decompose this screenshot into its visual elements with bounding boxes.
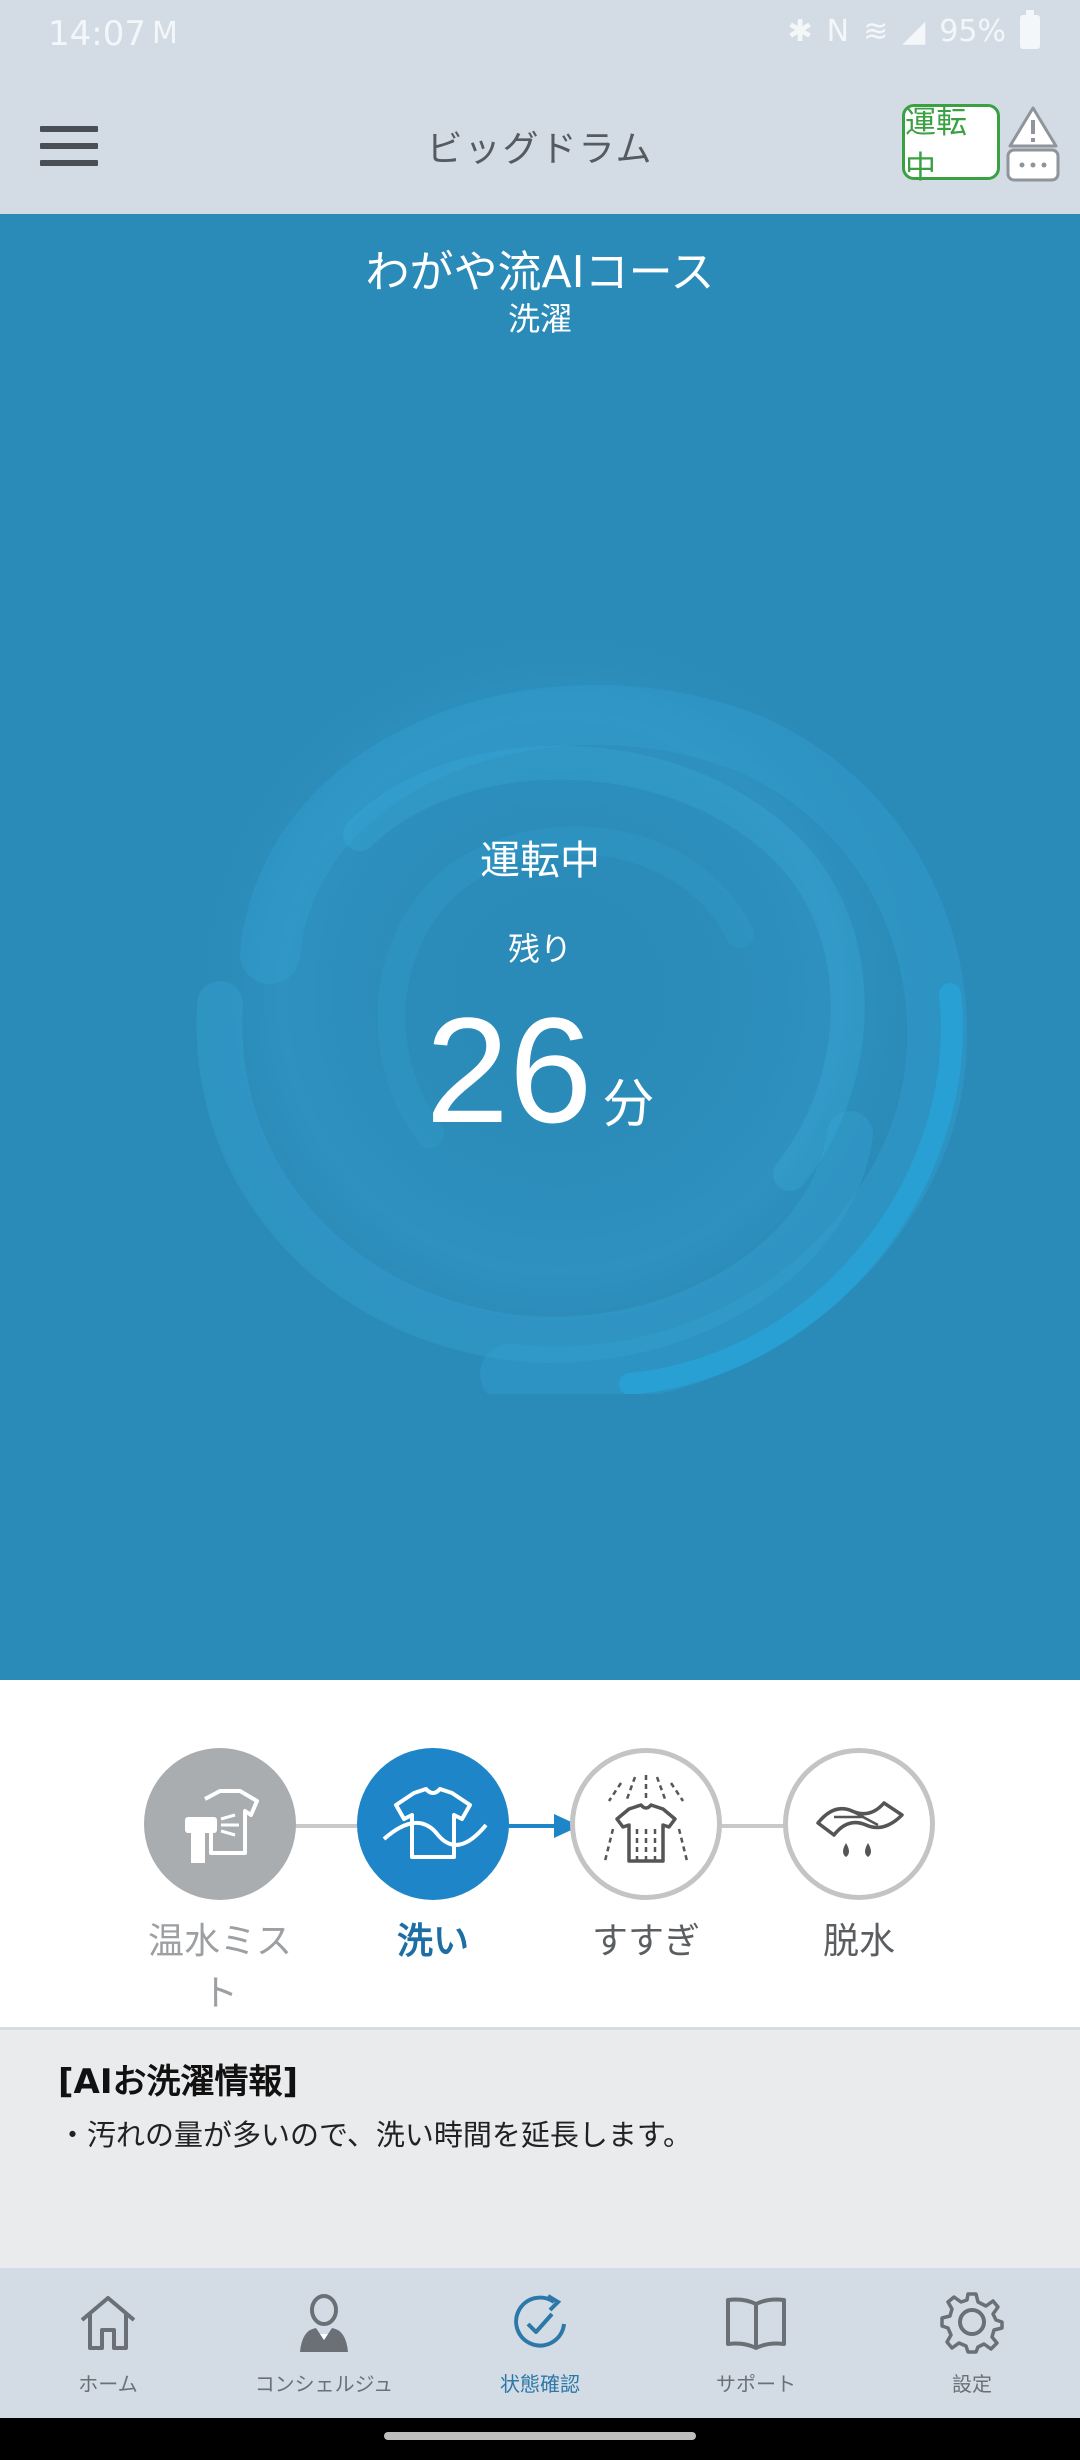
- running-status-badge[interactable]: 運転中: [902, 104, 1000, 186]
- step-label: 温水ミスト: [147, 1921, 292, 2014]
- remaining-minutes: 26: [425, 986, 593, 1154]
- nfc-icon: N: [826, 14, 850, 49]
- remaining-label: 残り: [507, 930, 572, 968]
- signal-icon: ◢: [902, 14, 926, 49]
- nav-home[interactable]: ホーム: [8, 2290, 208, 2397]
- home-icon: [80, 2296, 136, 2350]
- battery-icon: [1020, 9, 1040, 49]
- concierge-icon: [300, 2294, 348, 2352]
- ai-laundry-info: [AIお洗濯情報] ・汚れの量が多いので、洗い時間を延長します。: [0, 2030, 1080, 2268]
- status-check-icon: [514, 2294, 566, 2348]
- app-bar: ビッグドラム 運転中: [0, 74, 1080, 214]
- step-wash: 洗い: [353, 1748, 513, 1964]
- book-icon: [726, 2297, 786, 2350]
- status-time: 14:07: [48, 14, 146, 54]
- running-state: 運転中: [480, 838, 600, 884]
- step-rinse: すすぎ: [566, 1748, 726, 1964]
- status-bar: 14:07 M ✱ N ≋ ◢ 95%: [0, 0, 1080, 74]
- home-gesture-handle[interactable]: [384, 2432, 696, 2440]
- step-label: すすぎ: [591, 1921, 700, 1962]
- wash-progress-steps: 温水ミスト 洗い すすぎ 脱水: [0, 1680, 1080, 2030]
- gmail-icon: M: [152, 16, 178, 51]
- wash-shirt-icon: [357, 1748, 509, 1900]
- spin-dry-icon: [783, 1748, 935, 1900]
- battery-percent: 95%: [939, 14, 1006, 49]
- nav-settings[interactable]: 設定: [872, 2290, 1072, 2397]
- nav-label: ホーム: [78, 2372, 138, 2396]
- info-heading: [AIお洗濯情報]: [58, 2062, 299, 2102]
- warm-mist-icon: [144, 1748, 296, 1900]
- bottom-navigation: ホーム コンシェルジュ 状態確認 サポート 設定: [0, 2268, 1080, 2418]
- remaining-time: 26 分: [0, 984, 1080, 1157]
- operation-status-panel: わがや流AIコース 洗濯 運転中 残り 26 分: [0, 214, 1080, 1680]
- nav-label: 状態確認: [500, 2372, 580, 2396]
- nav-label: 設定: [952, 2372, 992, 2396]
- bluetooth-icon: ✱: [787, 14, 813, 49]
- step-label: 洗い: [396, 1921, 469, 1962]
- remaining-unit: 分: [602, 1075, 655, 1135]
- appliance-alert-icon[interactable]: [1004, 104, 1062, 186]
- info-body: ・汚れの量が多いので、洗い時間を延長します。: [58, 2118, 692, 2152]
- nav-label: コンシェルジュ: [254, 2372, 394, 2396]
- gear-icon: [940, 2292, 1004, 2354]
- gesture-bar: [0, 2418, 1080, 2460]
- wifi-icon: ≋: [863, 14, 889, 49]
- nav-label: サポート: [716, 2372, 796, 2396]
- rinse-shower-icon: [570, 1748, 722, 1900]
- step-label: 脱水: [822, 1921, 895, 1962]
- step-spin: 脱水: [779, 1748, 939, 1964]
- wash-mode: 洗濯: [507, 300, 572, 338]
- nav-concierge[interactable]: コンシェルジュ: [224, 2290, 424, 2397]
- course-name: わがや流AIコース: [365, 247, 715, 298]
- nav-status-check[interactable]: 状態確認: [440, 2290, 640, 2397]
- step-warm-mist: 温水ミスト: [140, 1748, 300, 2016]
- nav-support[interactable]: サポート: [656, 2290, 856, 2397]
